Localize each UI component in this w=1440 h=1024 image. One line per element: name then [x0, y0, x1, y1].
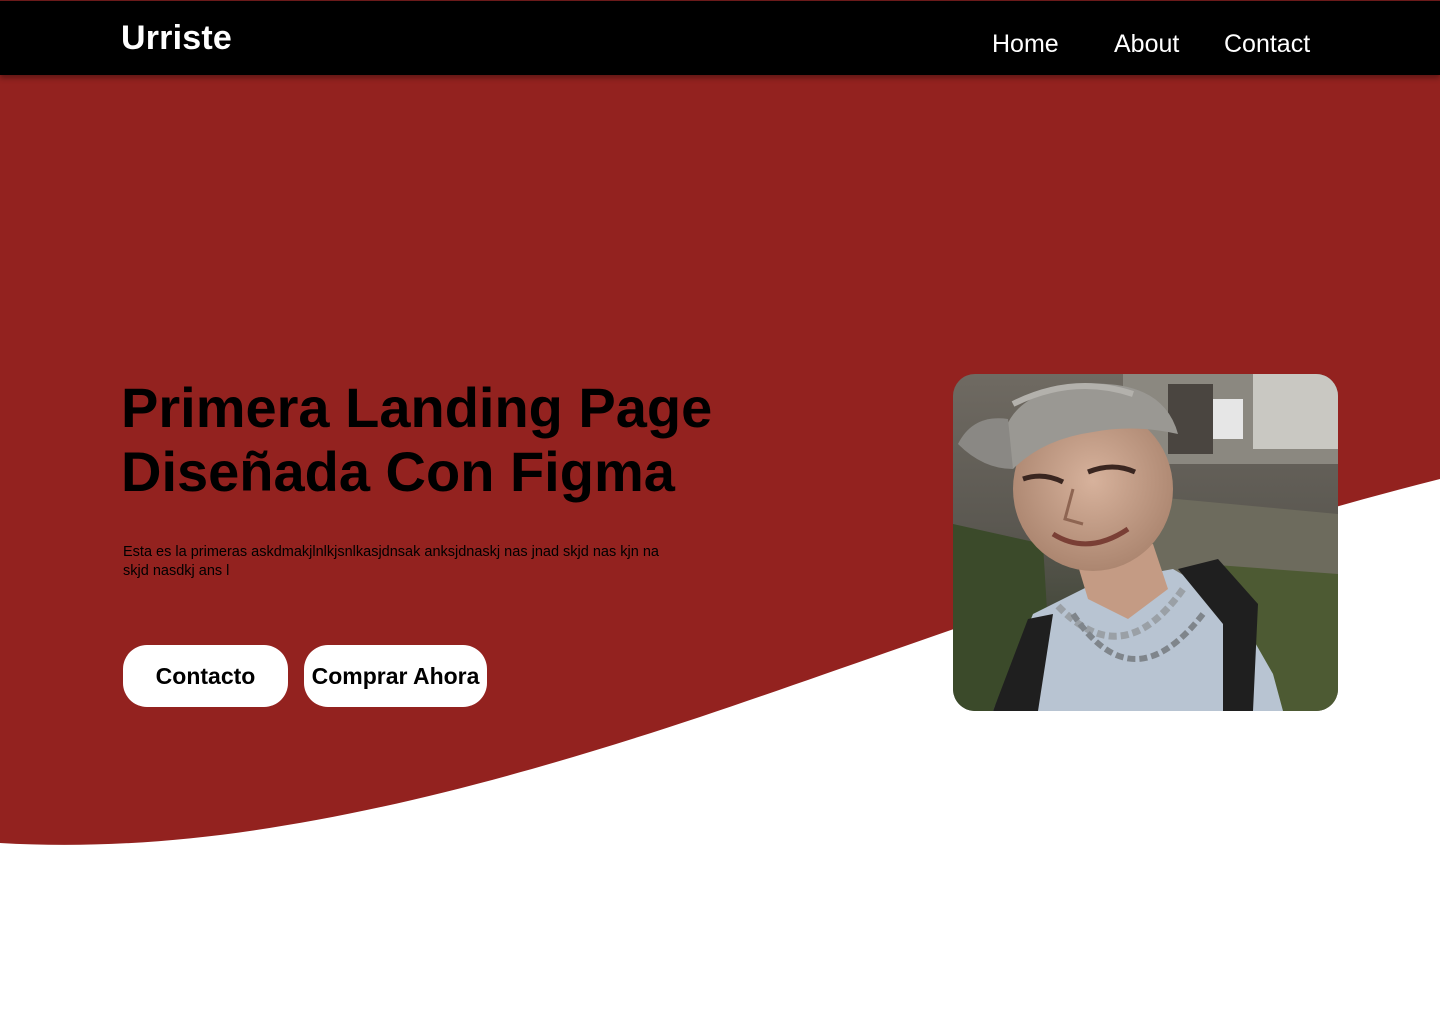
landing-page: Urriste Home About Contact Primera Landi… — [0, 0, 1440, 1024]
nav-link-contact[interactable]: Contact — [1224, 28, 1310, 60]
hero-headline-line-2: Diseñada Con Figma — [121, 440, 675, 503]
nav-link-home[interactable]: Home — [992, 28, 1059, 60]
top-navbar: Urriste Home About Contact — [0, 0, 1440, 75]
person-photo-icon — [953, 374, 1338, 711]
contacto-button[interactable]: Contacto — [123, 645, 288, 707]
hero-headline: Primera Landing Page Diseñada Con Figma — [121, 376, 801, 504]
hero-headline-line-1: Primera Landing Page — [121, 376, 713, 439]
comprar-ahora-button[interactable]: Comprar Ahora — [304, 645, 487, 707]
hero-description: Esta es la primeras askdmakjlnlkjsnlkasj… — [123, 544, 659, 579]
nav-link-about[interactable]: About — [1114, 28, 1179, 60]
brand-logo[interactable]: Urriste — [121, 18, 232, 58]
